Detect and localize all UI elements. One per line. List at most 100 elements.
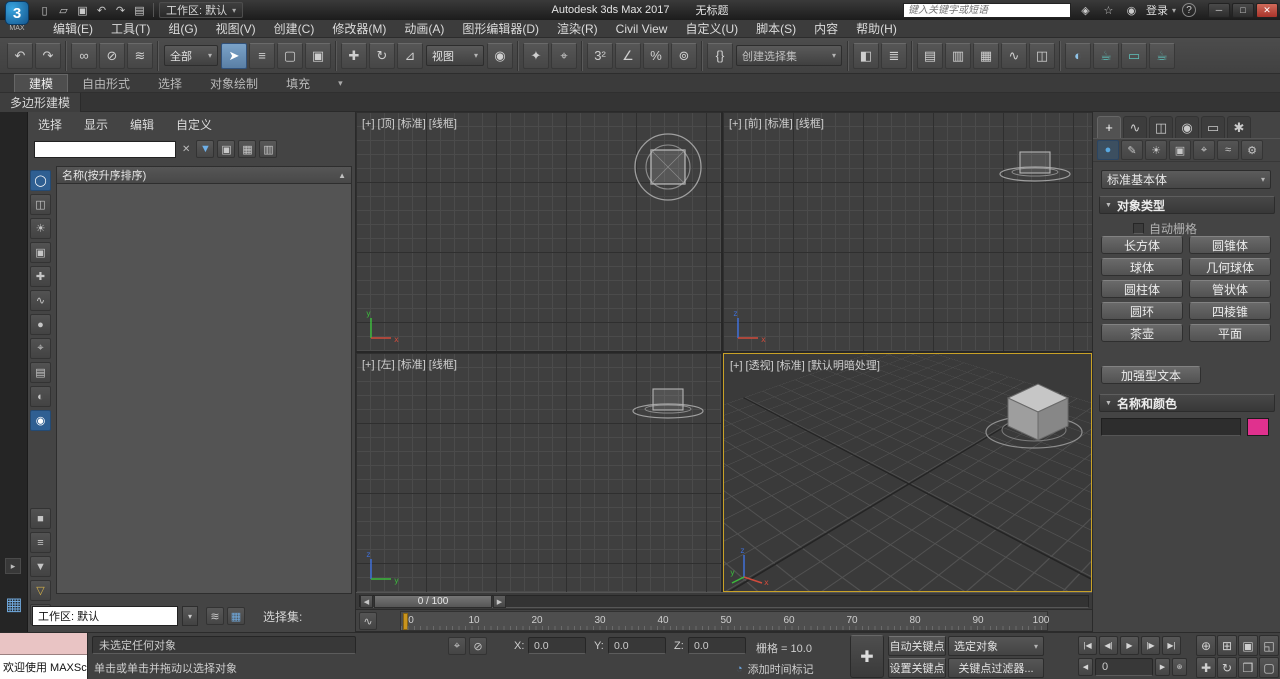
explorer-menu-2[interactable]: 编辑 (130, 116, 154, 133)
tab-modeling[interactable]: 建模 (14, 74, 68, 92)
primitive-button-9[interactable]: 平面 (1189, 324, 1271, 342)
layers-list-icon[interactable]: ≋ (206, 607, 224, 625)
primitive-button-6[interactable]: 圆环 (1101, 302, 1183, 320)
selected-objects-dropdown[interactable]: 选定对象 ▾ (948, 636, 1044, 656)
favorites-star-icon[interactable]: ☆ (1100, 2, 1117, 18)
systems-category-icon[interactable]: ⚙ (1241, 140, 1263, 160)
display-containers-icon[interactable]: ▤ (30, 362, 51, 383)
menu-item-7[interactable]: 图形编辑器(D) (453, 20, 548, 38)
menu-item-11[interactable]: 脚本(S) (747, 20, 805, 38)
viewport-label-segment[interactable]: [标准] (777, 360, 805, 372)
viewport-perspective[interactable]: [+][透视][标准][默认明暗处理] z x y (723, 353, 1092, 592)
menu-item-10[interactable]: 自定义(U) (676, 20, 747, 38)
display-children-icon[interactable]: ◫ (30, 194, 51, 215)
angle-snap-icon[interactable]: ∠ (615, 43, 641, 69)
y-coord-field[interactable]: 0.0 (608, 637, 666, 654)
time-slider-thumb[interactable]: 0 / 100 (374, 595, 492, 608)
toggle-layer-explorer-icon[interactable]: ▥ (945, 43, 971, 69)
play-icon[interactable]: ▶ (1120, 636, 1139, 655)
listener-output-pane[interactable]: 欢迎使用 MAXScript (0, 655, 87, 679)
tab-selection[interactable]: 选择 (144, 74, 196, 92)
track-bar[interactable]: ∿ 0102030405060708090100 (356, 610, 1092, 632)
explorer-menu-1[interactable]: 显示 (84, 116, 108, 133)
explorer-lock-icon[interactable]: ▣ (217, 140, 235, 158)
keyboard-override-icon[interactable]: ⌖ (551, 43, 577, 69)
selection-lock-icon[interactable]: ⌖ (448, 637, 466, 655)
minimize-icon[interactable]: ─ (1208, 3, 1230, 18)
menu-item-0[interactable]: 编辑(E) (44, 20, 102, 38)
snaps-toggle-icon[interactable]: 3² (587, 43, 613, 69)
z-coord-field[interactable]: 0.0 (688, 637, 746, 654)
sort-ascending-icon[interactable]: ▲ (338, 171, 346, 180)
menu-item-5[interactable]: 修改器(M) (323, 20, 395, 38)
select-and-link-icon[interactable]: ∞ (71, 43, 97, 69)
viewport-label-segment[interactable]: [线框] (429, 118, 457, 130)
spacewarps-category-icon[interactable]: ≈ (1217, 140, 1239, 160)
redo-icon[interactable]: ↷ (35, 43, 61, 69)
helpers-category-icon[interactable]: ⌖ (1193, 140, 1215, 160)
render-setup-icon[interactable]: ☕ (1093, 43, 1119, 69)
viewport-label-segment[interactable]: [默认明暗处理] (808, 360, 880, 372)
display-cameras-icon[interactable]: ▣ (30, 242, 51, 263)
project-folder-icon[interactable]: ▤ (131, 2, 148, 18)
go-to-end-icon[interactable]: ▶| (1162, 636, 1181, 655)
add-time-tag[interactable]: ◔ 添加时间标记 (736, 661, 814, 677)
viewport-label-segment[interactable]: [+] (362, 118, 375, 130)
search-input[interactable] (903, 3, 1071, 18)
menu-item-2[interactable]: 组(G) (159, 20, 206, 38)
lights-category-icon[interactable]: ☀ (1145, 140, 1167, 160)
hierarchy-tab-icon[interactable]: ◫ (1149, 116, 1173, 138)
zoom-all-icon[interactable]: ⊞ (1217, 635, 1237, 656)
cameras-category-icon[interactable]: ▣ (1169, 140, 1191, 160)
close-icon[interactable]: ✕ (1256, 3, 1278, 18)
primitive-button-1[interactable]: 圆锥体 (1189, 236, 1271, 254)
zoom-extents-all-icon[interactable]: ◱ (1259, 635, 1279, 656)
key-filters-button[interactable]: 关键点过滤器... (948, 658, 1044, 678)
primitive-button-2[interactable]: 球体 (1101, 258, 1183, 276)
select-object-icon[interactable]: ➤ (221, 43, 247, 69)
viewport-label-segment[interactable]: [+] (362, 359, 375, 371)
rect-selection-region-icon[interactable]: ▢ (277, 43, 303, 69)
utilities-tab-icon[interactable]: ✱ (1227, 116, 1251, 138)
geometry-category-icon[interactable]: ● (1097, 140, 1119, 160)
maximize-icon[interactable]: □ (1232, 3, 1254, 18)
display-helpers-icon[interactable]: ✚ (30, 266, 51, 287)
primitive-button-0[interactable]: 长方体 (1101, 236, 1183, 254)
redo-quick-icon[interactable]: ↷ (112, 2, 129, 18)
display-geometry-icon[interactable]: ● (30, 314, 51, 335)
go-to-start-icon[interactable]: |◀ (1078, 636, 1097, 655)
mini-curve-editor-icon[interactable]: ∿ (359, 612, 377, 630)
next-frame-icon[interactable]: ▶ (1155, 658, 1170, 676)
ribbon-collapse-icon[interactable]: ▾ (332, 74, 349, 92)
menu-item-1[interactable]: 工具(T) (102, 20, 159, 38)
dock-grid-icon[interactable]: ▦ (2, 592, 26, 616)
dock-flyout-arrow-icon[interactable]: ▸ (5, 558, 21, 574)
key-mode-toggle-icon[interactable]: ⊛ (1172, 658, 1187, 676)
menu-item-6[interactable]: 动画(A) (395, 20, 453, 38)
pan-icon[interactable]: ✚ (1196, 657, 1216, 678)
scene-explorer-list[interactable]: 名称(按升序排序) ▲ (56, 166, 352, 594)
tab-object-paint[interactable]: 对象绘制 (196, 74, 272, 92)
viewport-label-segment[interactable]: [标准] (765, 118, 793, 130)
viewport-top[interactable]: [+][顶][标准][线框] y x (356, 112, 721, 351)
edit-named-selections-icon[interactable]: {} (707, 43, 733, 69)
viewport-label-segment[interactable]: [标准] (398, 118, 426, 130)
select-and-rotate-icon[interactable]: ↻ (369, 43, 395, 69)
current-frame-field[interactable]: 0 (1095, 658, 1153, 676)
maximize-viewport-icon[interactable]: ❒ (1238, 657, 1258, 678)
menu-item-8[interactable]: 渲染(R) (548, 20, 607, 38)
track-bar-ruler[interactable]: 0102030405060708090100 (400, 611, 1048, 631)
workspace-combo[interactable]: 工作区: 默认 (32, 606, 178, 626)
zoom-extents-icon[interactable]: ▣ (1238, 635, 1258, 656)
named-selection-combo[interactable]: 创建选择集▾ (736, 45, 842, 66)
isolate-toggle-icon[interactable]: ⊘ (469, 637, 487, 655)
primitive-category-dropdown[interactable]: 标准基本体 ▾ (1101, 170, 1271, 189)
render-production-icon[interactable]: ☕ (1149, 43, 1175, 69)
3ds-max-logo[interactable]: 3 MAX (2, 1, 32, 37)
explorer-search-input[interactable] (34, 141, 176, 158)
display-materials-icon[interactable]: ◐ (30, 386, 51, 407)
listener-macro-pane[interactable] (0, 633, 87, 655)
explorer-settings-icon[interactable]: ▥ (259, 140, 277, 158)
name-color-rollout[interactable]: ▼ 名称和颜色 (1099, 394, 1275, 412)
rendered-frame-icon[interactable]: ▭ (1121, 43, 1147, 69)
